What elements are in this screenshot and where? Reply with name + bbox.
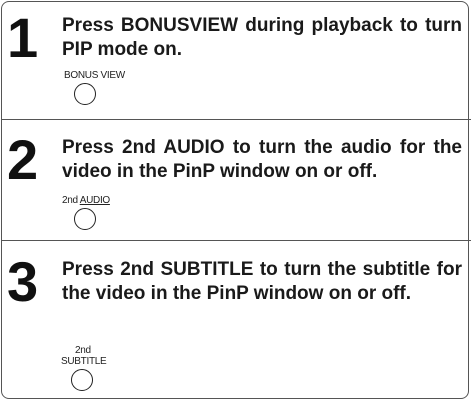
step-divider-1 bbox=[1, 119, 471, 120]
step-number: 1 bbox=[7, 6, 38, 69]
2nd-subtitle-button-label: SUBTITLE bbox=[61, 356, 107, 367]
step-divider-2 bbox=[1, 240, 471, 241]
step-number: 2 bbox=[7, 128, 38, 191]
button-label-main: AUDIO bbox=[79, 195, 110, 206]
2nd-audio-button-label: 2nd AUDIO bbox=[62, 195, 110, 206]
button-label-prefix: 2nd bbox=[62, 195, 78, 206]
bonus-view-button-icon bbox=[74, 83, 96, 105]
2nd-audio-button-icon bbox=[74, 208, 96, 230]
bonus-view-button-label: BONUS VIEW bbox=[64, 70, 125, 81]
step-instruction: Press 2nd SUBTITLE to turn the subtitle … bbox=[62, 259, 462, 304]
2nd-subtitle-button-label-top: 2nd bbox=[75, 345, 91, 356]
step-instruction: Press 2nd AUDIO to turn the audio for th… bbox=[62, 137, 462, 182]
step-instruction: Press BONUSVIEW during playback to turn … bbox=[62, 15, 462, 60]
2nd-subtitle-button-icon bbox=[71, 369, 93, 391]
step-number: 3 bbox=[7, 250, 38, 313]
